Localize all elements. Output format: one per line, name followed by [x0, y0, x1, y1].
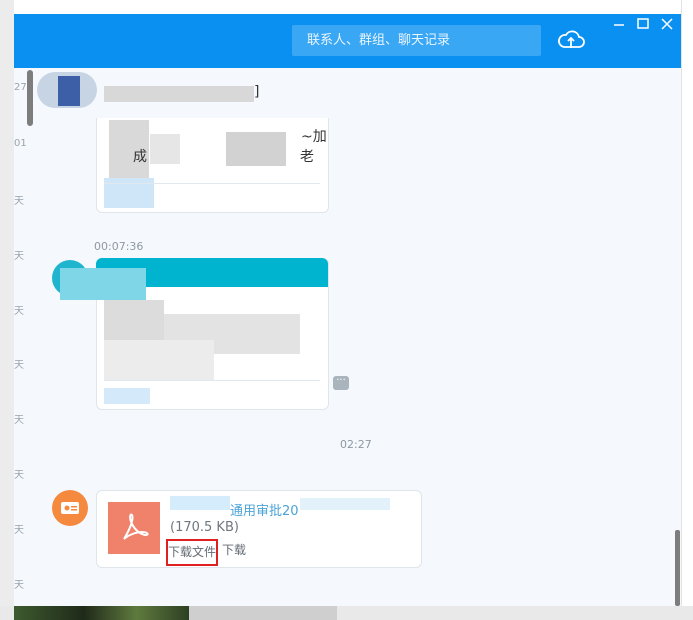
date-label: 27 [14, 82, 27, 93]
date-label: 天 [14, 251, 24, 262]
date-label: 天 [14, 306, 24, 317]
blurred-content [104, 388, 150, 404]
blurred-content [150, 134, 180, 164]
background-panel [189, 606, 337, 620]
right-scroll-thumb[interactable] [675, 530, 680, 606]
date-label: 天 [14, 415, 24, 426]
close-icon[interactable] [659, 16, 675, 32]
file-name: 通用审批20 [230, 504, 299, 519]
date-label: 天 [14, 580, 24, 591]
date-label: 天 [14, 196, 24, 207]
blurred-content [60, 268, 146, 300]
pdf-file-icon[interactable] [108, 502, 160, 554]
minimize-icon[interactable] [611, 16, 627, 32]
left-scroll-thumb[interactable] [27, 70, 33, 126]
blurred-file-name [300, 498, 390, 510]
message-text: 成 [133, 149, 147, 165]
date-column: 27 01 天 天 天 天 天 天 天 天 [14, 68, 36, 606]
cloud-upload-icon[interactable] [556, 28, 586, 52]
more-icon[interactable]: ··· [333, 376, 349, 390]
card-divider [104, 380, 320, 381]
date-label: 天 [14, 525, 24, 536]
message-text: ~加 [301, 129, 327, 145]
card-divider [104, 183, 320, 184]
date-label: 01 [14, 138, 27, 149]
download-link[interactable]: 下载 [222, 539, 246, 566]
id-card-icon [61, 502, 79, 514]
date-label: 天 [14, 470, 24, 481]
header-text: ] [254, 84, 260, 100]
file-size: (170.5 KB) [170, 520, 239, 535]
left-window-edge [0, 0, 14, 620]
message-time: 02:27 [340, 438, 372, 451]
background-photo [14, 606, 189, 620]
maximize-icon[interactable] [635, 16, 651, 32]
right-window-edge [681, 0, 693, 606]
blurred-content [226, 132, 286, 166]
avatar [58, 76, 80, 106]
message-time: 00:07:36 [94, 240, 144, 253]
blurred-content [104, 300, 164, 340]
download-file-link[interactable]: 下载文件 [166, 539, 218, 566]
blurred-content [104, 340, 214, 380]
search-placeholder: 联系人、群组、聊天记录 [307, 33, 451, 48]
date-label: 天 [14, 360, 24, 371]
blurred-file-name [170, 496, 230, 510]
message-text: 老 [300, 149, 314, 165]
blurred-contact-name [104, 86, 254, 102]
